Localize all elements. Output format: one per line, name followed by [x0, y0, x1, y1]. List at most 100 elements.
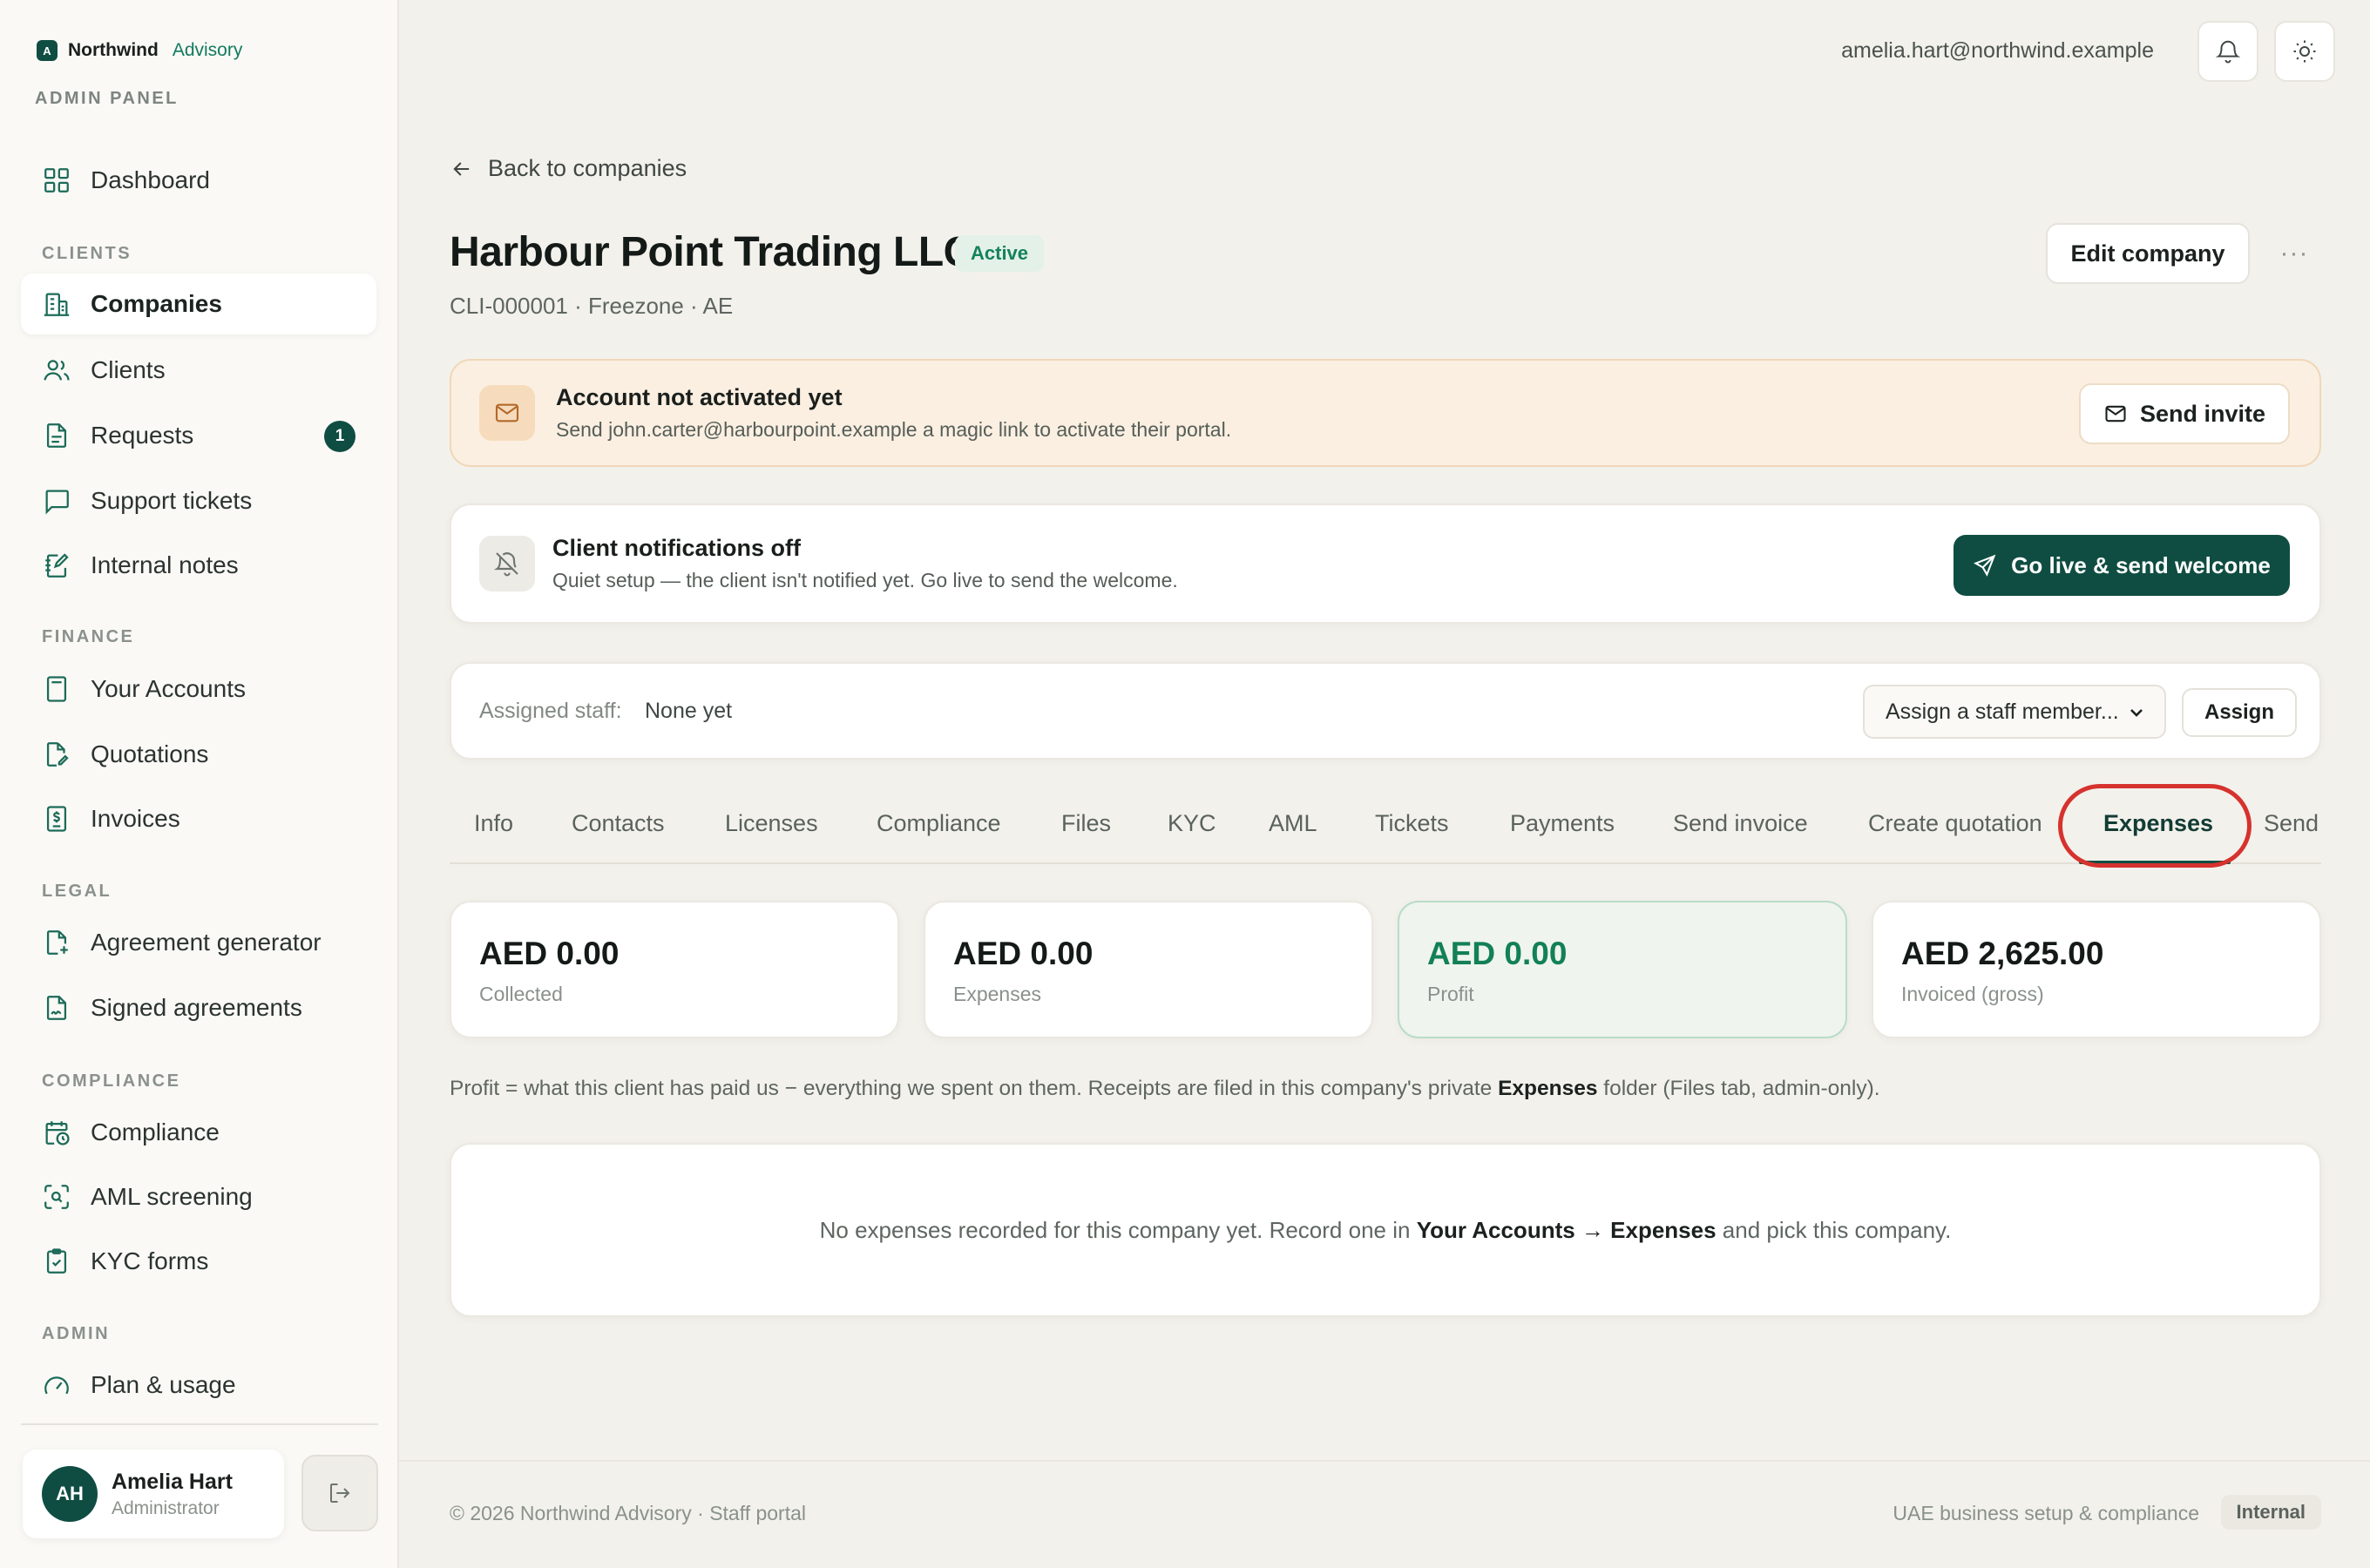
staff-select-value: Assign a staff member...	[1886, 699, 2119, 724]
gauge-icon	[44, 1376, 69, 1395]
sidebar-item-label: Compliance	[91, 1119, 220, 1146]
stat-card-invoiced: AED 2,625.00 Invoiced (gross)	[1872, 901, 2321, 1038]
sidebar-item-support-tickets[interactable]: Support tickets	[21, 470, 376, 531]
footer-badge: Internal	[2220, 1495, 2321, 1530]
chevron-down-icon	[2130, 709, 2143, 717]
section-finance: FINANCE	[42, 627, 135, 646]
back-to-companies-link[interactable]: Back to companies	[450, 155, 687, 182]
stat-value: AED 0.00	[953, 936, 1094, 971]
tab-compliance[interactable]: Compliance	[877, 810, 1001, 837]
go-live-label: Go live & send welcome	[2011, 551, 2271, 578]
sidebar-item-dashboard[interactable]: Dashboard	[21, 150, 376, 211]
profit-note-text: Profit = what this client has paid us − …	[450, 1077, 1499, 1100]
sidebar-item-label: Dashboard	[91, 166, 210, 193]
tab-expenses[interactable]: Expenses	[2103, 810, 2213, 837]
staff-member-select[interactable]: Assign a staff member...	[1863, 685, 2166, 739]
back-link-label: Back to companies	[488, 155, 687, 181]
users-icon	[44, 360, 70, 381]
grid-icon	[44, 168, 69, 193]
tab-kyc[interactable]: KYC	[1168, 810, 1216, 837]
tab-contacts[interactable]: Contacts	[572, 810, 665, 837]
tab-create-quotation[interactable]: Create quotation	[1868, 810, 2042, 837]
tab-payments[interactable]: Payments	[1510, 810, 1615, 837]
tab-files[interactable]: Files	[1061, 810, 1111, 837]
stat-card-profit: AED 0.00 Profit	[1398, 901, 1847, 1038]
go-live-button[interactable]: Go live & send welcome	[1954, 535, 2290, 596]
stat-label: Collected	[479, 983, 563, 1005]
sidebar-item-kyc-forms[interactable]: KYC forms	[21, 1231, 376, 1292]
assign-button[interactable]: Assign	[2182, 688, 2297, 737]
staff-assignment-row: Assigned staff: None yet Assign a staff …	[450, 662, 2321, 760]
tab-info[interactable]: Info	[474, 810, 513, 837]
sidebar-item-compliance[interactable]: Compliance	[21, 1102, 376, 1163]
stat-value: AED 0.00	[1427, 936, 1568, 971]
company-tabs: Info Contacts Licenses Compliance Files …	[450, 784, 2321, 868]
sidebar-item-companies[interactable]: Companies	[21, 274, 376, 335]
sidebar-item-signed-agreements[interactable]: Signed agreements	[21, 977, 376, 1038]
sidebar-item-label: KYC forms	[91, 1247, 209, 1274]
notifications-banner-title: Client notifications off	[552, 535, 801, 561]
sidebar-item-clients[interactable]: Clients	[21, 340, 376, 401]
sidebar-item-label: Clients	[91, 356, 166, 383]
brand[interactable]: A Northwind Advisory	[37, 40, 242, 61]
sidebar-item-aml-screening[interactable]: AML screening	[21, 1166, 376, 1227]
stat-value: AED 2,625.00	[1901, 936, 2104, 971]
assigned-staff-value: None yet	[645, 699, 733, 723]
logout-button[interactable]	[301, 1455, 378, 1531]
edit-company-button[interactable]: Edit company	[2046, 223, 2250, 284]
sidebar-item-label: Agreement generator	[91, 929, 322, 956]
panel-label: ADMIN PANEL	[35, 89, 179, 108]
theme-toggle-button[interactable]	[2274, 21, 2335, 82]
user-info: Amelia Hart Administrator	[112, 1470, 233, 1519]
tab-licenses[interactable]: Licenses	[725, 810, 818, 837]
brand-sub: Advisory	[172, 40, 243, 60]
sidebar-item-label: Support tickets	[91, 487, 253, 514]
sidebar-item-label: Your Accounts	[91, 675, 246, 702]
stat-value: AED 0.00	[479, 936, 620, 971]
sidebar-item-label: Internal notes	[91, 551, 239, 578]
document-icon	[46, 423, 67, 448]
calculator-icon	[46, 676, 67, 702]
more-horizontal-icon: ···	[2279, 239, 2309, 267]
tab-tickets[interactable]: Tickets	[1375, 810, 1449, 837]
company-meta: CLI-000001 · Freezone · AE	[450, 293, 734, 319]
notifications-button[interactable]	[2197, 21, 2258, 82]
user-role: Administrator	[112, 1497, 220, 1518]
stat-label: Expenses	[953, 983, 1042, 1005]
user-name: Amelia Hart	[112, 1469, 233, 1494]
activation-banner: Account not activated yet Send john.cart…	[450, 359, 2321, 467]
sidebar-item-internal-notes[interactable]: Internal notes	[21, 535, 376, 596]
sidebar-item-plan-usage[interactable]: Plan & usage	[21, 1355, 376, 1416]
sidebar-item-label: Signed agreements	[91, 994, 302, 1021]
more-options-button[interactable]: ···	[2274, 233, 2314, 274]
file-plus-icon	[46, 930, 68, 955]
sidebar-item-label: Invoices	[91, 805, 180, 832]
empty-state-link[interactable]: Your Accounts → Expenses	[1417, 1217, 1717, 1244]
tab-send[interactable]: Send	[2264, 810, 2319, 837]
section-admin: ADMIN	[42, 1324, 111, 1343]
tab-aml[interactable]: AML	[1269, 810, 1317, 837]
invoice-icon	[46, 806, 67, 832]
sidebar-item-quotations[interactable]: Quotations	[21, 724, 376, 785]
activation-banner-subtitle: Send john.carter@harbourpoint.example a …	[556, 418, 1232, 441]
empty-state-text-end: and pick this company.	[1722, 1216, 1952, 1243]
bell-off-icon	[479, 536, 535, 591]
avatar: AH	[42, 1466, 98, 1522]
expenses-empty-state: No expenses recorded for this company ye…	[450, 1143, 2321, 1317]
section-legal: LEGAL	[42, 882, 112, 901]
sidebar-item-agreement-generator[interactable]: Agreement generator	[21, 912, 376, 973]
send-invite-button[interactable]: Send invite	[2079, 383, 2290, 444]
tab-send-invoice[interactable]: Send invoice	[1673, 810, 1808, 837]
profit-explanation: Profit = what this client has paid us − …	[450, 1077, 1880, 1101]
building-icon	[44, 293, 70, 316]
log-out-icon	[330, 1484, 350, 1503]
arrow-left-icon	[453, 161, 470, 176]
sidebar-item-invoices[interactable]: Invoices	[21, 788, 376, 849]
sidebar-item-requests[interactable]: Requests 1	[21, 405, 376, 466]
section-clients: CLIENTS	[42, 244, 132, 263]
sidebar-item-your-accounts[interactable]: Your Accounts	[21, 659, 376, 720]
file-signature-icon	[46, 996, 67, 1020]
sidebar: A Northwind Advisory ADMIN PANEL Dashboa…	[0, 0, 399, 1568]
section-compliance: COMPLIANCE	[42, 1071, 181, 1091]
user-card[interactable]: AH Amelia Hart Administrator	[23, 1450, 284, 1538]
